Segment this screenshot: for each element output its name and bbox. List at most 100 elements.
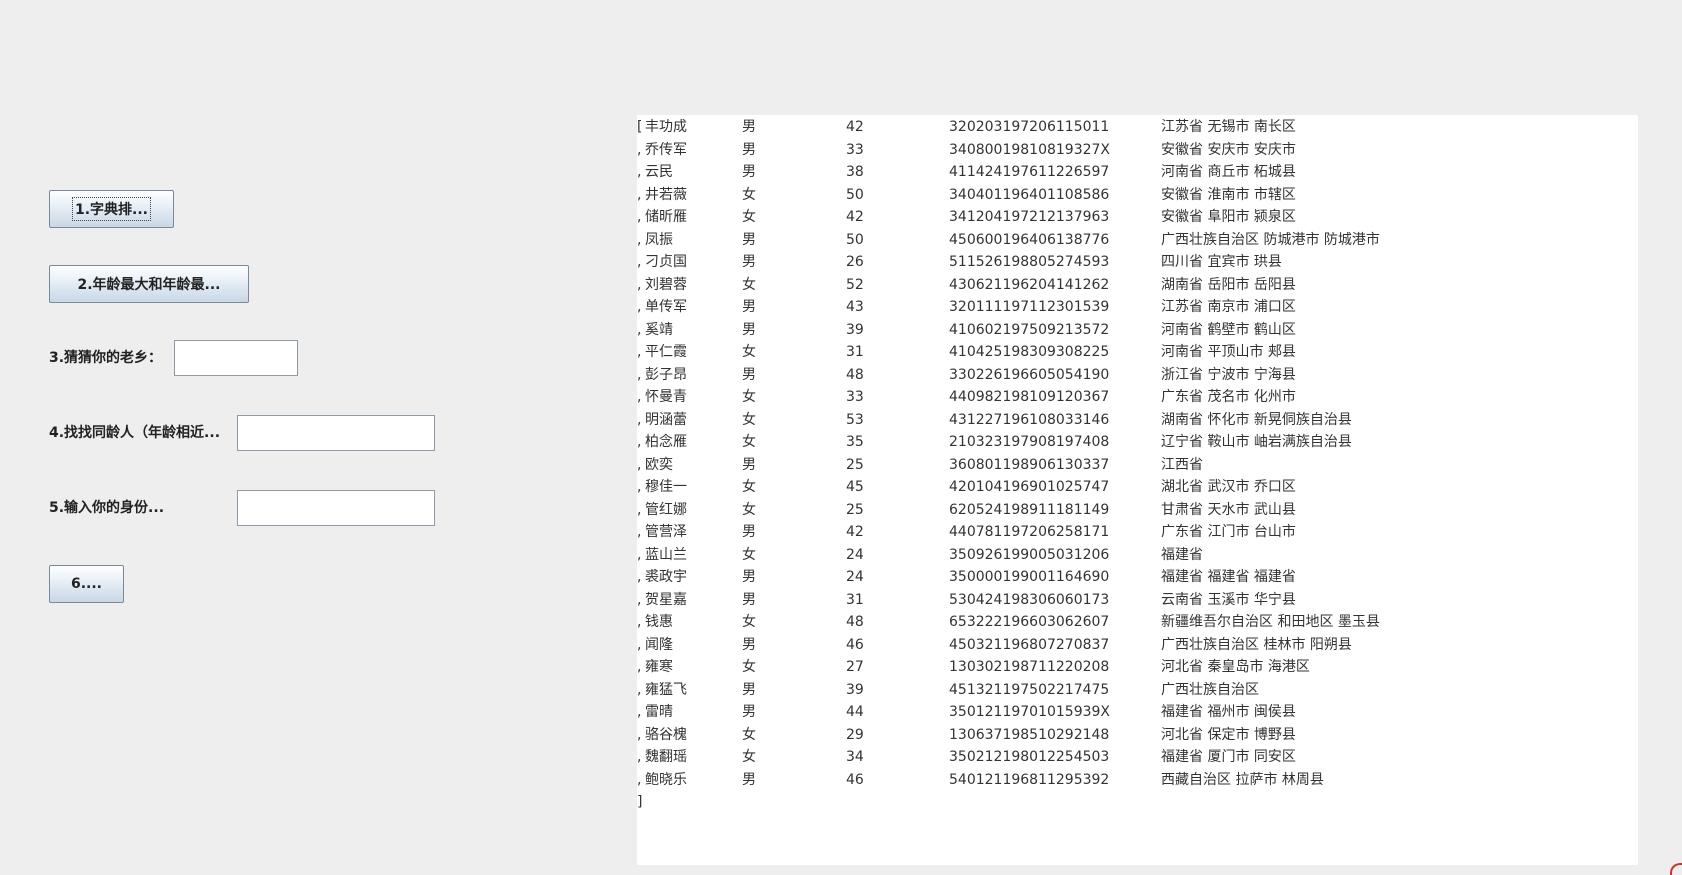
person-id-number: 34080019810819327X (949, 141, 1111, 158)
row-prefix: , (637, 479, 642, 495)
person-sex: 男 (742, 771, 756, 788)
person-name: 平仁霞 (645, 344, 687, 360)
row-prefix: , (637, 186, 642, 203)
person-sex: 男 (742, 119, 756, 135)
person-id-number: 350000199001164690 (949, 569, 1110, 585)
person-sex: 女 (742, 411, 756, 428)
person-age: 33 (846, 141, 864, 158)
person-id-number: 360801198906130337 (949, 456, 1110, 473)
corner-mark-icon (1670, 863, 1682, 875)
person-age: 25 (846, 501, 864, 518)
person-address: 广西壮族自治区 (1161, 681, 1259, 698)
person-id-number: 410602197509213572 (949, 321, 1110, 338)
results-text-area[interactable]: [丰功成男 42 320203197206115011 江苏省 无锡市 南长区, 乔传… (637, 115, 1638, 865)
person-name: 柏念雁 (645, 434, 687, 450)
row-prefix: , (637, 411, 642, 428)
person-age: 38 (846, 164, 864, 180)
person-age: 53 (846, 411, 864, 428)
person-name: 云民 (645, 164, 673, 180)
person-age: 35 (846, 434, 864, 450)
person-sex: 男 (742, 569, 756, 585)
row-prefix: , (637, 681, 642, 698)
row-prefix: , (637, 771, 642, 788)
person-age: 43 (846, 299, 864, 315)
person-id-number: 130637198510292148 (949, 726, 1110, 743)
person-address: 福建省 (1161, 546, 1203, 563)
person-sex: 男 (742, 231, 756, 248)
person-age: 31 (846, 344, 864, 360)
person-age: 33 (846, 389, 864, 405)
person-sex: 女 (742, 209, 756, 225)
person-address: 广东省 茂名市 化州市 (1161, 389, 1296, 405)
oldest-youngest-button[interactable]: 2.年龄最大和年龄最... (49, 265, 249, 303)
person-id-number: 450600196406138776 (949, 231, 1110, 248)
person-sex: 女 (742, 389, 756, 405)
row-prefix: , (637, 434, 642, 450)
person-id-number: 420104196901025747 (949, 479, 1110, 495)
hometown-guess-input[interactable] (174, 340, 298, 376)
person-id-number: 210323197908197408 (949, 434, 1110, 450)
list-closing-bracket: ] (637, 794, 643, 810)
person-address: 江西省 (1161, 456, 1203, 473)
person-name: 鲍晓乐 (645, 771, 687, 788)
person-sex: 女 (742, 501, 756, 518)
row-prefix: [ (637, 119, 643, 135)
person-age: 52 (846, 276, 864, 293)
hometown-guess-label: 3.猜猜你的老乡： (49, 350, 163, 366)
row-prefix: , (637, 501, 642, 518)
row-prefix: , (637, 726, 642, 743)
oldest-youngest-label: 2.年龄最大和年龄最... (77, 277, 221, 293)
person-id-number: 350926199005031206 (949, 546, 1110, 563)
dictionary-sort-label: 1.字典排... (71, 197, 151, 221)
person-address: 河北省 秦皇岛市 海港区 (1161, 659, 1310, 675)
person-name: 管红娜 (645, 501, 687, 518)
row-prefix: , (637, 141, 642, 158)
dictionary-sort-button[interactable]: 1.字典排... (49, 190, 174, 228)
person-sex: 男 (742, 141, 756, 158)
person-name: 单传军 (645, 299, 687, 315)
row-prefix: , (637, 614, 642, 630)
person-id-number: 341204197212137963 (949, 209, 1110, 225)
person-id-number: 431227196108033146 (949, 411, 1110, 428)
person-name: 奚靖 (645, 321, 673, 338)
person-id-number: 320203197206115011 (949, 119, 1110, 135)
person-address: 河南省 商丘市 柘城县 (1161, 164, 1296, 180)
person-sex: 男 (742, 681, 756, 698)
person-address: 甘肃省 天水市 武山县 (1161, 501, 1296, 518)
person-sex: 女 (742, 546, 756, 563)
person-sex: 女 (742, 186, 756, 203)
identity-input[interactable] (237, 490, 435, 526)
person-name: 储昕雁 (645, 209, 687, 225)
person-name: 刘碧蓉 (645, 276, 687, 293)
person-sex: 女 (742, 434, 756, 450)
option-six-button[interactable]: 6.... (49, 565, 124, 603)
person-age: 31 (846, 591, 864, 608)
person-id-number: 35012119701015939X (949, 704, 1111, 720)
person-age: 42 (846, 524, 864, 540)
person-sex: 男 (742, 321, 756, 338)
person-age: 45 (846, 479, 864, 495)
person-id-number: 540121196811295392 (949, 771, 1110, 788)
person-id-number: 320111197112301539 (949, 299, 1110, 315)
row-prefix: , (637, 749, 642, 765)
person-sex: 男 (742, 299, 756, 315)
person-name: 雍猛飞 (645, 681, 687, 698)
person-sex: 男 (742, 164, 756, 180)
person-name: 蓝山兰 (645, 546, 687, 563)
person-address: 辽宁省 鞍山市 岫岩满族自治县 (1161, 434, 1352, 450)
person-address: 西藏自治区 拉萨市 林周县 (1161, 771, 1324, 788)
person-age: 48 (846, 614, 864, 630)
person-address: 云南省 玉溪市 华宁县 (1161, 591, 1296, 608)
person-age: 39 (846, 681, 864, 698)
person-id-number: 330226196605054190 (949, 366, 1110, 383)
person-name: 丰功成 (645, 119, 687, 135)
same-age-input[interactable] (237, 415, 435, 451)
person-age: 24 (846, 569, 864, 585)
row-prefix: , (637, 659, 642, 675)
person-address: 安徽省 淮南市 市辖区 (1161, 186, 1296, 203)
person-id-number: 653222196603062607 (949, 614, 1110, 630)
person-id-number: 450321196807270837 (949, 636, 1110, 653)
person-id-number: 411424197611226597 (949, 164, 1110, 180)
person-age: 25 (846, 456, 864, 473)
person-age: 29 (846, 726, 864, 743)
